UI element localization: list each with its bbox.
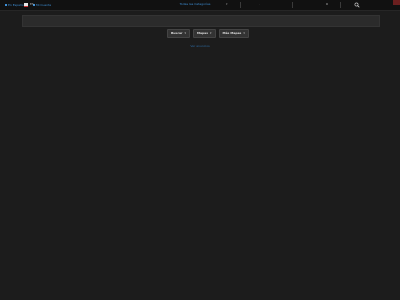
language-indicator[interactable]: ES: [30, 2, 34, 7]
divider: [292, 2, 293, 8]
chevron-down-icon: ▾: [243, 31, 245, 35]
top-link-account[interactable]: Mi Cuenta: [33, 3, 51, 8]
search-button[interactable]: Buscar ▾: [167, 29, 191, 38]
flag-icon[interactable]: [24, 3, 28, 7]
maps-button[interactable]: Mapas ▾: [193, 29, 216, 38]
listings-link[interactable]: Ver anuncios: [180, 44, 220, 49]
cart-count[interactable]: 0: [326, 2, 328, 7]
top-link-language[interactable]: En Español: [5, 3, 25, 8]
categories-link[interactable]: Todas las Categorías: [170, 2, 220, 7]
chevron-down-icon: ▾: [184, 31, 187, 35]
divider: [240, 2, 241, 8]
chevron-down-icon[interactable]: ▾: [226, 2, 228, 7]
divider: [340, 2, 341, 8]
language-icon: [5, 4, 7, 6]
corner-badge: [393, 0, 400, 5]
chevron-down-icon: ▾: [209, 31, 212, 35]
location-icon[interactable]: ·: [259, 2, 260, 7]
action-button-group: Buscar ▾ Mapas ▾ Más Mapas ▾: [167, 29, 249, 38]
more-maps-button[interactable]: Más Mapas ▾: [218, 29, 249, 38]
search-icon[interactable]: [354, 2, 360, 8]
main-navbar: [22, 15, 380, 27]
